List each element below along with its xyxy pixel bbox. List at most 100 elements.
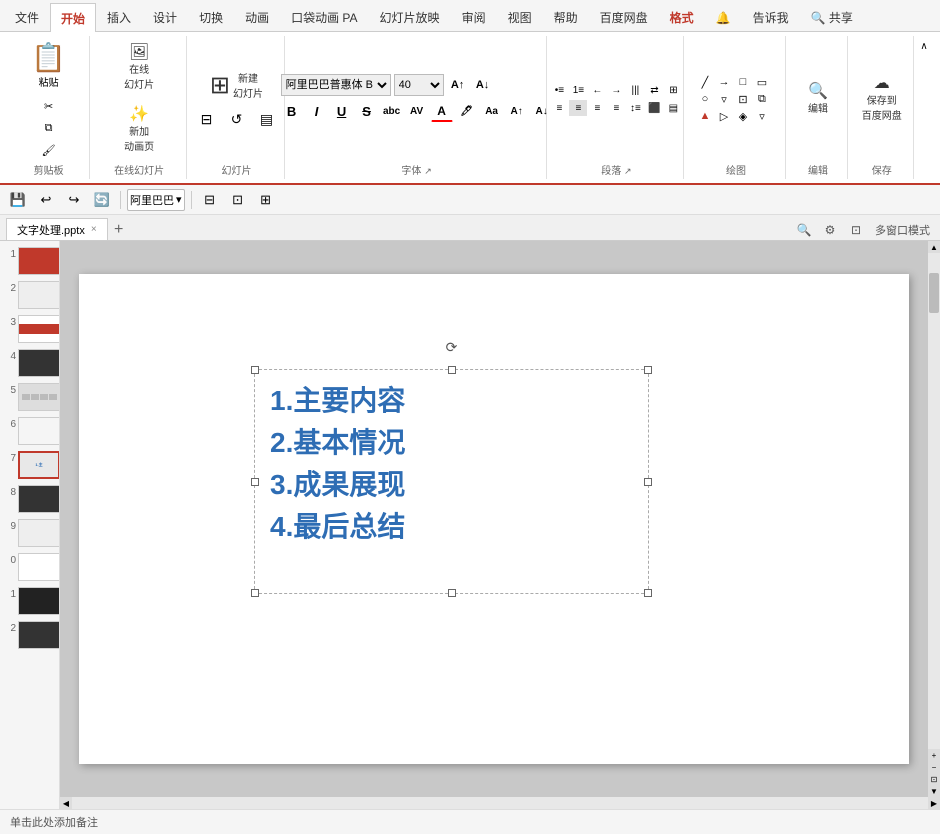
font-color-button[interactable]: A bbox=[431, 100, 453, 122]
tab-transition[interactable]: 切换 bbox=[188, 3, 234, 31]
slide-section-button[interactable]: ▤ bbox=[252, 106, 280, 132]
scroll-down-arrow[interactable]: ▼ bbox=[928, 785, 940, 797]
highlight-button[interactable]: 🖊 bbox=[456, 100, 478, 122]
handle-midright[interactable] bbox=[644, 478, 652, 486]
undo-button[interactable]: ↩ bbox=[34, 188, 58, 212]
view-btn1[interactable]: ⊟ bbox=[198, 188, 222, 212]
align-center-button[interactable]: ≡ bbox=[569, 100, 587, 116]
slide-text-content[interactable]: 1.主要内容 2.基本情况 3.成果展现 4.最后总结 bbox=[255, 370, 648, 558]
decrease-font-button[interactable]: A↓ bbox=[472, 74, 494, 96]
slide-thumb-9[interactable]: 9 bbox=[2, 517, 57, 549]
handle-topleft[interactable] bbox=[251, 366, 259, 374]
scroll-up-arrow[interactable]: ▲ bbox=[928, 241, 940, 253]
shape-effect[interactable]: ◈ bbox=[734, 108, 752, 124]
handle-topright[interactable] bbox=[644, 366, 652, 374]
slide-layout-button[interactable]: ⊟ bbox=[192, 106, 220, 132]
handle-midleft[interactable] bbox=[251, 478, 259, 486]
edit-button[interactable]: 🔍 编辑 bbox=[798, 80, 838, 119]
font-size-change-button[interactable]: Aa bbox=[481, 100, 503, 122]
para-spacing-button[interactable]: ⬛ bbox=[645, 100, 663, 116]
online-slides-button[interactable]: 🖼 在线幻灯片 bbox=[118, 41, 160, 95]
refresh-button[interactable]: 🔄 bbox=[90, 188, 114, 212]
view-btn3[interactable]: ⊞ bbox=[254, 188, 278, 212]
shape-rect[interactable]: □ bbox=[734, 74, 752, 90]
search-tab-icon[interactable]: 🔍 bbox=[793, 220, 815, 240]
new-anim-button[interactable]: ✨ 新加动画页 bbox=[118, 103, 160, 157]
font-arrow-up[interactable]: A↑ bbox=[506, 100, 528, 122]
tab-insert[interactable]: 插入 bbox=[96, 3, 142, 31]
scroll-thumb-v[interactable] bbox=[929, 273, 939, 313]
align-right-button[interactable]: ≡ bbox=[588, 100, 606, 116]
slide-thumb-3[interactable]: 3 bbox=[2, 313, 57, 345]
tab-design[interactable]: 设计 bbox=[142, 3, 188, 31]
slide-thumb-2[interactable]: 2 bbox=[2, 279, 57, 311]
underline-button[interactable]: U bbox=[331, 100, 353, 122]
para-more-button[interactable]: ▤ bbox=[664, 100, 682, 116]
shadow-button[interactable]: abc bbox=[381, 100, 403, 122]
handle-bottomright[interactable] bbox=[644, 589, 652, 597]
shape-arrow[interactable]: → bbox=[715, 74, 733, 90]
slide-reset-button[interactable]: ↺ bbox=[222, 106, 250, 132]
scroll-left-arrow[interactable]: ◀ bbox=[60, 797, 72, 809]
scroll-zoom-plus[interactable]: + bbox=[928, 749, 940, 761]
rotate-handle[interactable]: ⟳ bbox=[444, 339, 460, 355]
font-size-select[interactable]: 40 bbox=[394, 74, 444, 96]
bold-button[interactable]: B bbox=[281, 100, 303, 122]
tab-file[interactable]: 文件 bbox=[4, 3, 50, 31]
scroll-zoom-minus[interactable]: − bbox=[928, 761, 940, 773]
handle-bottomleft[interactable] bbox=[251, 589, 259, 597]
tab-review[interactable]: 审阅 bbox=[451, 3, 497, 31]
shape-arrange[interactable]: ⧉ bbox=[753, 91, 771, 107]
number-list-button[interactable]: 1≡ bbox=[569, 82, 587, 98]
tab-slideshow[interactable]: 幻灯片放映 bbox=[369, 3, 451, 31]
italic-button[interactable]: I bbox=[306, 100, 328, 122]
ribbon-collapse-button[interactable]: ∧ bbox=[916, 38, 932, 54]
font-expand-icon[interactable]: ↗ bbox=[424, 166, 432, 176]
tab-share[interactable]: 🔍 共享 bbox=[800, 3, 864, 31]
shape-more[interactable]: ▿ bbox=[715, 91, 733, 107]
new-tab-button[interactable]: + bbox=[108, 220, 130, 240]
scroll-fit[interactable]: ⊡ bbox=[928, 773, 940, 785]
multiwindow-button[interactable]: 多窗口模式 bbox=[871, 220, 934, 240]
scroll-right-arrow[interactable]: ▶ bbox=[928, 797, 940, 809]
redo-button[interactable]: ↪ bbox=[62, 188, 86, 212]
doc-tab[interactable]: 文字处理.pptx × bbox=[6, 218, 108, 240]
cut-button[interactable]: ✂ bbox=[37, 96, 61, 116]
shape-extra[interactable]: ▿ bbox=[753, 108, 771, 124]
slide-thumb-12[interactable]: 2 bbox=[2, 619, 57, 651]
window-tab-icon[interactable]: ⊡ bbox=[845, 220, 867, 240]
align-left-button[interactable]: ≡ bbox=[550, 100, 568, 116]
justify-button[interactable]: ≡ bbox=[607, 100, 625, 116]
columns-button[interactable]: ||| bbox=[626, 82, 644, 98]
tab-bell[interactable]: 🔔 bbox=[705, 3, 742, 31]
doc-tab-close[interactable]: × bbox=[91, 224, 97, 235]
settings-tab-icon[interactable]: ⚙ bbox=[819, 220, 841, 240]
line-spacing-button[interactable]: ↕≡ bbox=[626, 100, 644, 116]
slide-thumb-11[interactable]: 1 bbox=[2, 585, 57, 617]
slide-thumb-6[interactable]: 6 bbox=[2, 415, 57, 447]
indent-increase-button[interactable]: → bbox=[607, 82, 625, 98]
slide-thumb-4[interactable]: 4 bbox=[2, 347, 57, 379]
slide-thumb-7[interactable]: 7 1.主 bbox=[2, 449, 57, 481]
slide-thumb-8[interactable]: 8 bbox=[2, 483, 57, 515]
increase-font-button[interactable]: A↑ bbox=[447, 74, 469, 96]
slide-thumb-5[interactable]: 5 bbox=[2, 381, 57, 413]
shape-outline[interactable]: ▷ bbox=[715, 108, 733, 124]
textbox-container[interactable]: 1.主要内容 2.基本情况 3.成果展现 4.最后总结 bbox=[254, 369, 649, 594]
shape-line[interactable]: ╱ bbox=[696, 74, 714, 90]
format-paint-button[interactable]: 🖌 bbox=[37, 140, 61, 160]
new-slide-button[interactable]: ⊞ 新建幻灯片 bbox=[204, 66, 269, 104]
tab-view[interactable]: 视图 bbox=[497, 3, 543, 31]
shape-textbox[interactable]: ⊡ bbox=[734, 91, 752, 107]
shape-circle[interactable]: ○ bbox=[696, 91, 714, 107]
tab-pa[interactable]: 口袋动画 PA bbox=[280, 3, 368, 31]
ali-dropdown[interactable]: 阿里巴巴 ▾ bbox=[127, 189, 185, 211]
bullet-list-button[interactable]: •≡ bbox=[550, 82, 568, 98]
vertical-scrollbar[interactable]: ▲ + − ⊡ ▼ bbox=[928, 241, 940, 797]
tab-tell-me[interactable]: 告诉我 bbox=[742, 3, 800, 31]
view-btn2[interactable]: ⊡ bbox=[226, 188, 250, 212]
clear-format-button[interactable]: AV bbox=[406, 100, 428, 122]
font-name-select[interactable]: 阿里巴巴普惠体 B bbox=[281, 74, 391, 96]
copy-button[interactable]: ⧉ bbox=[37, 118, 61, 138]
handle-bottomcenter[interactable] bbox=[448, 589, 456, 597]
